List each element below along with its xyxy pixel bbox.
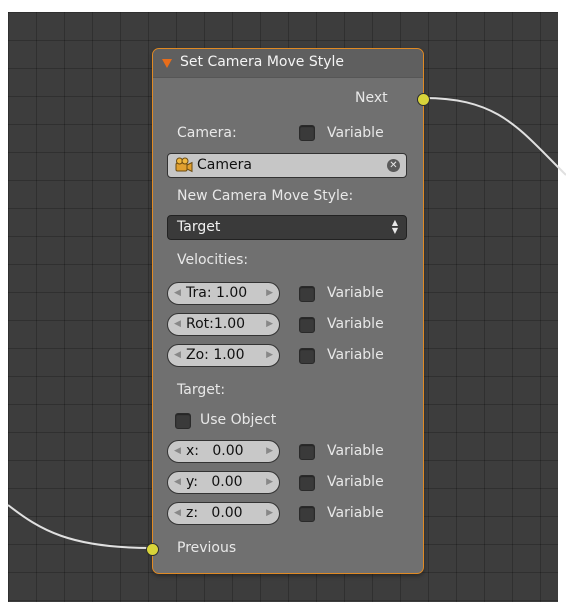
- rotate-velocity-field[interactable]: ◀ Rot:1.00 ▶: [167, 313, 280, 336]
- rotate-variable-label: Variable: [327, 316, 384, 332]
- dropdown-updown-icon: ▲ ▼: [391, 218, 399, 235]
- target-y-variable-checkbox[interactable]: [299, 475, 315, 491]
- zoom-variable-checkbox[interactable]: [299, 348, 315, 364]
- decrement-arrow-icon[interactable]: ◀: [174, 477, 181, 488]
- next-output-label: Next: [355, 90, 388, 106]
- camera-object-value: Camera: [197, 157, 252, 173]
- move-style-label: New Camera Move Style:: [177, 188, 354, 204]
- translate-velocity-field[interactable]: ◀ Tra: 1.00 ▶: [167, 282, 280, 305]
- set-camera-move-style-node[interactable]: Set Camera Move Style Next Camera: Varia…: [146, 48, 430, 574]
- zoom-variable-label: Variable: [327, 347, 384, 363]
- use-object-checkbox[interactable]: [175, 413, 191, 429]
- collapse-triangle-icon[interactable]: [162, 59, 172, 68]
- decrement-arrow-icon[interactable]: ◀: [174, 350, 181, 361]
- velocities-label: Velocities:: [177, 252, 249, 268]
- move-style-dropdown[interactable]: Target ▲ ▼: [167, 215, 407, 240]
- translate-variable-label: Variable: [327, 285, 384, 301]
- translate-variable-checkbox[interactable]: [299, 286, 315, 302]
- previous-input-socket[interactable]: [146, 543, 159, 556]
- camera-object-field[interactable]: Camera ✕: [167, 153, 407, 178]
- move-style-selected: Target: [177, 219, 221, 235]
- increment-arrow-icon[interactable]: ▶: [266, 508, 273, 519]
- camera-variable-checkbox[interactable]: [299, 125, 315, 141]
- translate-velocity-value: Tra: 1.00: [186, 285, 248, 301]
- decrement-arrow-icon[interactable]: ◀: [174, 288, 181, 299]
- rotate-variable-checkbox[interactable]: [299, 317, 315, 333]
- increment-arrow-icon[interactable]: ▶: [266, 319, 273, 330]
- target-z-variable-checkbox[interactable]: [299, 506, 315, 522]
- camera-variable-label: Variable: [327, 125, 384, 141]
- target-y-field[interactable]: ◀ y: 0.00 ▶: [167, 471, 280, 494]
- node-title: Set Camera Move Style: [180, 54, 344, 70]
- zoom-velocity-value: Zo: 1.00: [186, 347, 245, 363]
- use-object-label: Use Object: [200, 412, 277, 428]
- decrement-arrow-icon[interactable]: ◀: [174, 319, 181, 330]
- previous-input-label: Previous: [177, 540, 237, 556]
- target-z-field[interactable]: ◀ z: 0.00 ▶: [167, 502, 280, 525]
- target-y-variable-label: Variable: [327, 474, 384, 490]
- decrement-arrow-icon[interactable]: ◀: [174, 508, 181, 519]
- target-x-value: x: 0.00: [186, 443, 244, 459]
- target-x-field[interactable]: ◀ x: 0.00 ▶: [167, 440, 280, 463]
- target-z-value: z: 0.00: [186, 505, 243, 521]
- target-x-variable-label: Variable: [327, 443, 384, 459]
- increment-arrow-icon[interactable]: ▶: [266, 350, 273, 361]
- increment-arrow-icon[interactable]: ▶: [266, 477, 273, 488]
- increment-arrow-icon[interactable]: ▶: [266, 288, 273, 299]
- target-y-value: y: 0.00: [186, 474, 243, 490]
- clear-x-icon[interactable]: ✕: [387, 159, 400, 172]
- camera-object-icon: [175, 157, 193, 173]
- decrement-arrow-icon[interactable]: ◀: [174, 446, 181, 457]
- camera-label: Camera:: [177, 125, 237, 141]
- target-x-variable-checkbox[interactable]: [299, 444, 315, 460]
- node-header[interactable]: Set Camera Move Style: [153, 49, 423, 78]
- zoom-velocity-field[interactable]: ◀ Zo: 1.00 ▶: [167, 344, 280, 367]
- rotate-velocity-value: Rot:1.00: [186, 316, 246, 332]
- target-label: Target:: [177, 382, 226, 398]
- target-z-variable-label: Variable: [327, 505, 384, 521]
- increment-arrow-icon[interactable]: ▶: [266, 446, 273, 457]
- next-output-socket[interactable]: [417, 93, 430, 106]
